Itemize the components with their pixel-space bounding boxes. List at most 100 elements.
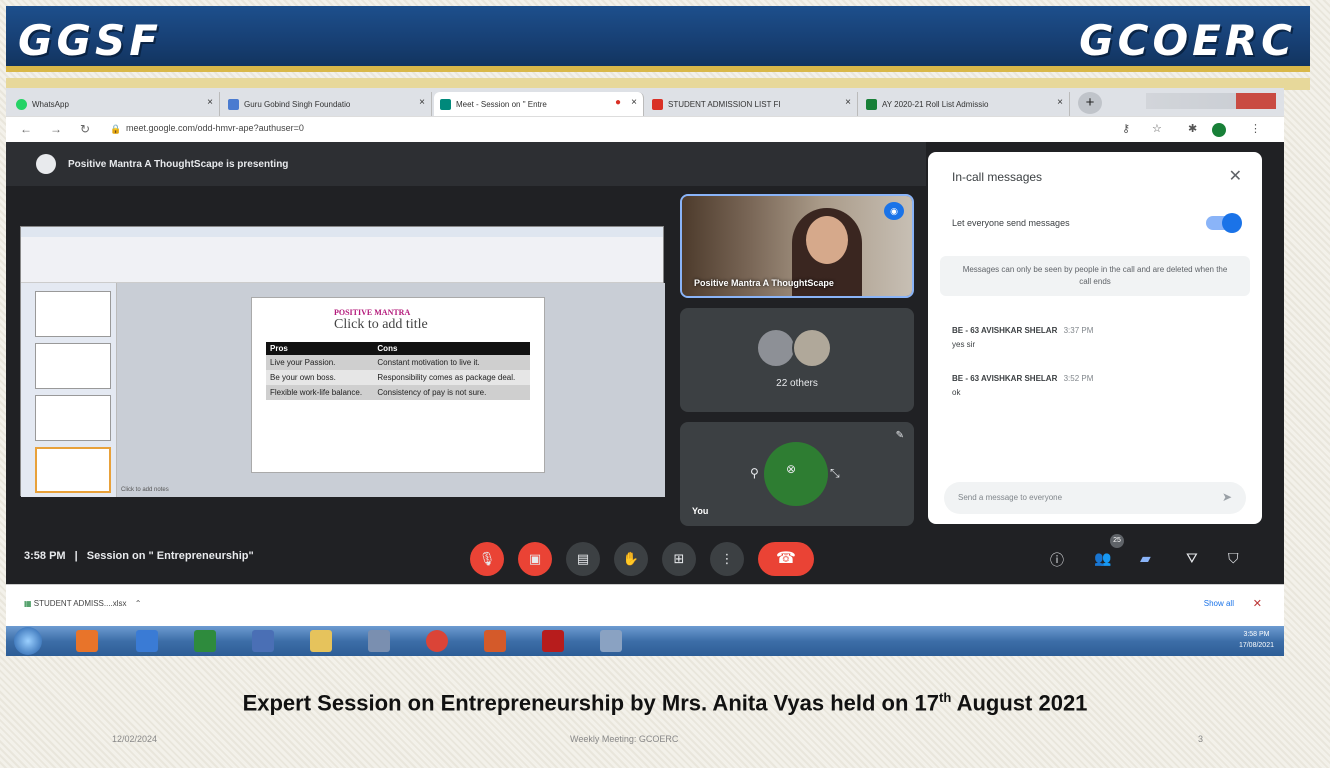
send-messages-toggle[interactable]: [1206, 213, 1242, 233]
close-icon[interactable]: ×: [207, 97, 213, 108]
info-icon[interactable]: ⓘ: [1050, 550, 1064, 570]
people-icon[interactable]: 👥: [1094, 550, 1111, 567]
star-icon[interactable]: ☆: [1152, 122, 1162, 135]
close-icon[interactable]: ×: [419, 97, 425, 108]
extensions-icon[interactable]: ✱: [1188, 122, 1197, 135]
send-icon[interactable]: ➤: [1222, 490, 1232, 504]
back-icon[interactable]: ←: [20, 122, 32, 136]
start-button[interactable]: [14, 627, 42, 655]
chevron-up-icon[interactable]: ⌃: [135, 599, 142, 608]
others-count: 22 others: [776, 378, 818, 389]
more-options-button[interactable]: ⋮: [710, 542, 744, 576]
excel-icon[interactable]: [194, 630, 216, 652]
slide-thumbnails: [21, 283, 117, 497]
forward-icon[interactable]: →: [50, 122, 62, 136]
slide-title: POSITIVE MANTRA Click to add title: [334, 308, 428, 332]
browser-chrome: WhatsApp × Guru Gobind Singh Foundatio ×…: [6, 88, 1284, 142]
tab-whatsapp[interactable]: WhatsApp ×: [10, 92, 220, 116]
tab-label: WhatsApp: [32, 99, 69, 109]
ie-icon[interactable]: [136, 630, 158, 652]
new-tab-button[interactable]: +: [1078, 92, 1102, 114]
chat-panel: In-call messages ✕ Let everyone send mes…: [928, 152, 1262, 524]
raise-hand-button[interactable]: ✋: [614, 542, 648, 576]
ppt-ribbon: [21, 227, 663, 283]
captions-button[interactable]: ▤: [566, 542, 600, 576]
folder-icon[interactable]: [310, 630, 332, 652]
app-icon[interactable]: [368, 630, 390, 652]
footer-date: 12/02/2024: [112, 734, 158, 744]
shared-screen: POSITIVE MANTRA Click to add title Pros C…: [20, 226, 665, 497]
chat-title: In-call messages: [952, 170, 1043, 184]
presenting-text: Positive Mantra A ThoughtScape is presen…: [68, 158, 289, 170]
word-icon[interactable]: [252, 630, 274, 652]
header-banner: GGSF GCOERC: [6, 6, 1310, 72]
people-count-badge: 25: [1110, 534, 1124, 548]
window-controls[interactable]: [1146, 93, 1276, 109]
present-button[interactable]: ⊞: [662, 542, 696, 576]
avatar: [792, 328, 832, 368]
chrome-icon[interactable]: [426, 630, 448, 652]
notes-placeholder: Click to add notes: [121, 487, 169, 493]
camera-off-icon: ⊗: [786, 462, 797, 476]
tab-label: Meet - Session on " Entre: [456, 99, 547, 109]
host-controls-icon[interactable]: ⛉: [1228, 550, 1239, 567]
gcoerc-logo: GCOERC: [1079, 16, 1296, 65]
footer-page: 3: [1198, 734, 1204, 744]
lock-icon: 🔒: [110, 124, 122, 134]
paint-icon[interactable]: [600, 630, 622, 652]
system-clock[interactable]: 3:58 PM 17/08/2021: [1239, 629, 1274, 651]
url-field[interactable]: meet.google.com/odd-hmvr-ape?authuser=0: [126, 123, 304, 133]
ppt-canvas: POSITIVE MANTRA Click to add title Pros C…: [117, 283, 665, 497]
chat-notice: Messages can only be seen by people in t…: [940, 256, 1250, 296]
profile-avatar[interactable]: [1212, 123, 1226, 137]
avatar: [756, 328, 796, 368]
meeting-info: 3:58 PM | Session on " Entrepreneurship": [24, 550, 254, 562]
chat-icon[interactable]: ▰: [1140, 550, 1151, 567]
slide-caption: Expert Session on Entrepreneurship by Mr…: [242, 690, 1088, 716]
self-tile[interactable]: ⊗ ⚲ ⤡ ✎ You: [680, 422, 914, 526]
windows-taskbar: 3:58 PM 17/08/2021: [6, 626, 1284, 656]
media-player-icon[interactable]: [76, 630, 98, 652]
menu-icon[interactable]: ⋮: [1250, 122, 1261, 135]
minimize-icon[interactable]: ⤡: [830, 466, 840, 481]
meet-icon: [440, 99, 451, 110]
download-item[interactable]: ▦ STUDENT ADMISS....xlsx ⌃: [24, 599, 142, 608]
tab-meet[interactable]: Meet - Session on " Entre ● ×: [434, 92, 644, 116]
pdf-icon[interactable]: [542, 630, 564, 652]
hang-up-button[interactable]: ☎: [758, 542, 814, 576]
reload-icon[interactable]: ↻: [80, 122, 90, 136]
presenting-bar: Positive Mantra A ThoughtScape is presen…: [6, 142, 926, 186]
pin-icon[interactable]: ⚲: [750, 466, 759, 480]
close-icon[interactable]: ×: [1057, 97, 1063, 108]
toggle-label: Let everyone send messages: [952, 218, 1070, 228]
key-icon[interactable]: ⚷: [1122, 122, 1130, 135]
close-icon[interactable]: ✕: [1253, 597, 1262, 610]
slide-thumbnail: [35, 291, 111, 337]
camera-toggle-button[interactable]: ▣: [518, 542, 552, 576]
presenter-name: Positive Mantra A ThoughtScape: [694, 278, 834, 288]
chat-input[interactable]: Send a message to everyone ➤: [944, 482, 1246, 514]
speaking-icon: ◉: [884, 202, 904, 220]
mic-toggle-button[interactable]: 🎙: [470, 542, 504, 576]
meeting-controls: 3:58 PM | Session on " Entrepreneurship"…: [6, 532, 1284, 584]
activities-icon[interactable]: ⛛: [1186, 550, 1198, 567]
tab-gmail[interactable]: STUDENT ADMISSION LIST FI ×: [646, 92, 858, 116]
close-icon[interactable]: ×: [631, 97, 637, 108]
others-tile[interactable]: 22 others: [680, 308, 914, 412]
tab-ggsf[interactable]: Guru Gobind Singh Foundatio ×: [222, 92, 432, 116]
excel-file-icon: ▦: [24, 599, 32, 608]
powerpoint-icon[interactable]: [484, 630, 506, 652]
recording-dot-icon: ●: [614, 97, 621, 108]
slide-thumbnail: [35, 395, 111, 441]
site-icon: [228, 99, 239, 110]
tab-sheets[interactable]: AY 2020-21 Roll List Admissio ×: [860, 92, 1070, 116]
show-all-button[interactable]: Show all: [1204, 599, 1234, 608]
downloads-bar: ▦ STUDENT ADMISS....xlsx ⌃ Show all ✕: [6, 584, 1284, 626]
presenter-avatar: [36, 154, 56, 174]
tab-label: AY 2020-21 Roll List Admissio: [882, 99, 989, 109]
presenter-tile[interactable]: ◉ Positive Mantra A ThoughtScape: [680, 194, 914, 298]
footer-center: Weekly Meeting: GCOERC: [570, 734, 679, 744]
window-close-button[interactable]: [1236, 93, 1276, 109]
close-icon[interactable]: ×: [845, 97, 851, 108]
close-icon[interactable]: ✕: [1229, 166, 1242, 186]
